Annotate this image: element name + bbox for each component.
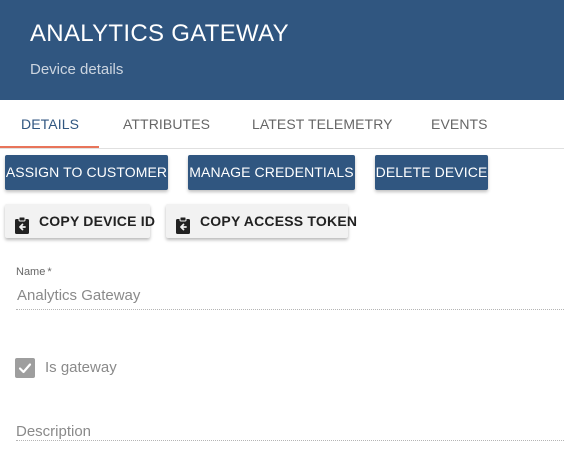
delete-device-button[interactable]: DELETE DEVICE — [375, 155, 488, 190]
page-header: ANALYTICS GATEWAY Device details — [0, 0, 564, 100]
copy-device-id-button[interactable]: COPY DEVICE ID — [5, 204, 155, 238]
tab-attributes[interactable]: ATTRIBUTES — [123, 100, 210, 148]
name-field[interactable]: Analytics Gateway — [17, 287, 140, 304]
active-tab-indicator — [0, 146, 99, 148]
page-title: ANALYTICS GATEWAY — [30, 20, 289, 47]
tab-events[interactable]: EVENTS — [431, 100, 488, 148]
tab-details[interactable]: DETAILS — [21, 100, 79, 148]
clipboard-arrow-icon — [13, 212, 31, 234]
name-field-label: Name * — [16, 266, 52, 278]
tab-bar: DETAILS ATTRIBUTES LATEST TELEMETRY EVEN… — [0, 100, 564, 149]
name-field-underline — [16, 309, 564, 310]
manage-credentials-button[interactable]: MANAGE CREDENTIALS — [188, 155, 355, 190]
clipboard-arrow-icon — [174, 212, 192, 234]
name-label-text: Name — [16, 266, 46, 278]
page-subtitle: Device details — [30, 61, 124, 78]
check-icon — [18, 363, 32, 374]
is-gateway-checkbox[interactable] — [15, 358, 35, 378]
required-mark: * — [47, 266, 52, 278]
copy-access-token-button[interactable]: COPY ACCESS TOKEN — [166, 204, 357, 238]
copy-device-id-label: COPY DEVICE ID — [39, 213, 156, 229]
description-field-underline — [16, 440, 564, 441]
is-gateway-label: Is gateway — [45, 359, 117, 376]
description-field[interactable]: Description — [16, 423, 91, 440]
assign-to-customer-button[interactable]: ASSIGN TO CUSTOMER — [5, 155, 168, 190]
tab-latest-telemetry[interactable]: LATEST TELEMETRY — [252, 100, 393, 148]
copy-access-token-label: COPY ACCESS TOKEN — [200, 213, 358, 229]
